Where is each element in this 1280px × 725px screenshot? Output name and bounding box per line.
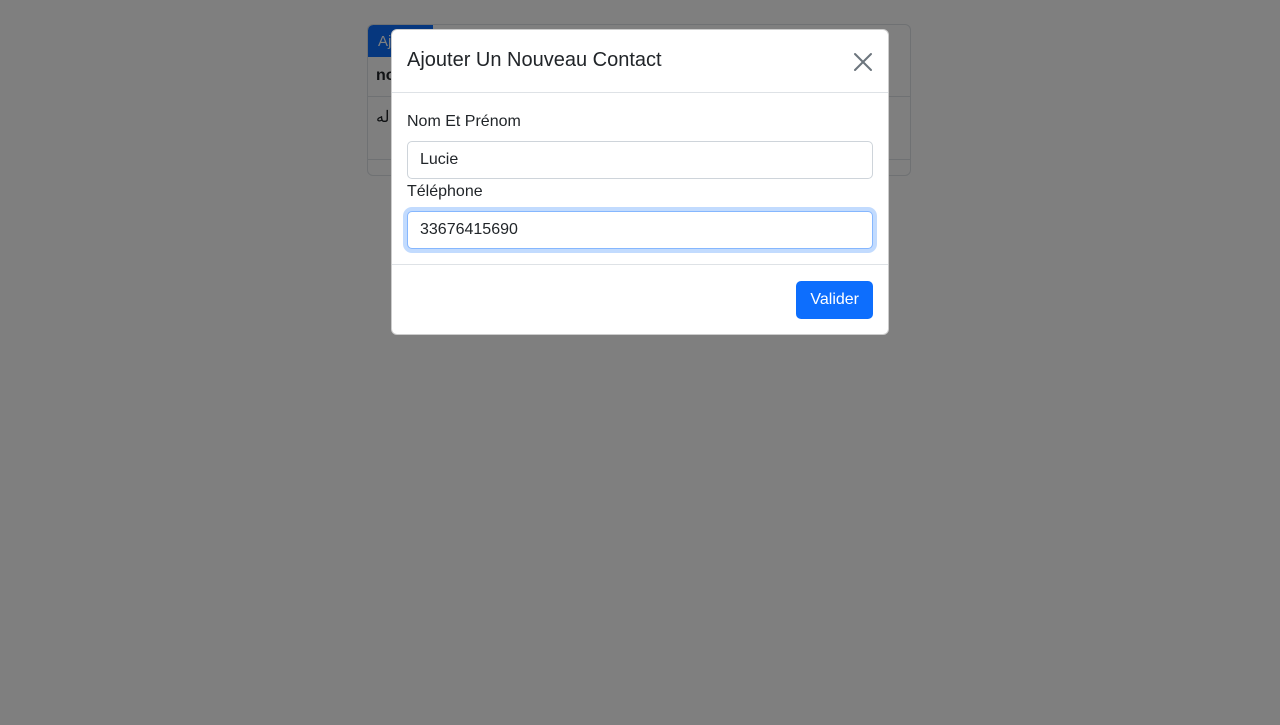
close-icon: [854, 53, 872, 71]
name-input[interactable]: [407, 141, 873, 179]
modal-footer: Valider: [392, 265, 888, 334]
close-button[interactable]: [850, 49, 876, 75]
add-contact-modal: Ajouter Un Nouveau Contact Nom Et Prénom…: [391, 29, 889, 335]
phone-label: Téléphone: [407, 183, 483, 200]
submit-button[interactable]: Valider: [796, 281, 873, 319]
modal-title: Ajouter Un Nouveau Contact: [407, 49, 662, 71]
name-label: Nom Et Prénom: [407, 113, 521, 130]
modal-header: Ajouter Un Nouveau Contact: [392, 30, 888, 93]
phone-input[interactable]: [407, 211, 873, 249]
modal-body: Nom Et Prénom Téléphone: [392, 93, 888, 265]
